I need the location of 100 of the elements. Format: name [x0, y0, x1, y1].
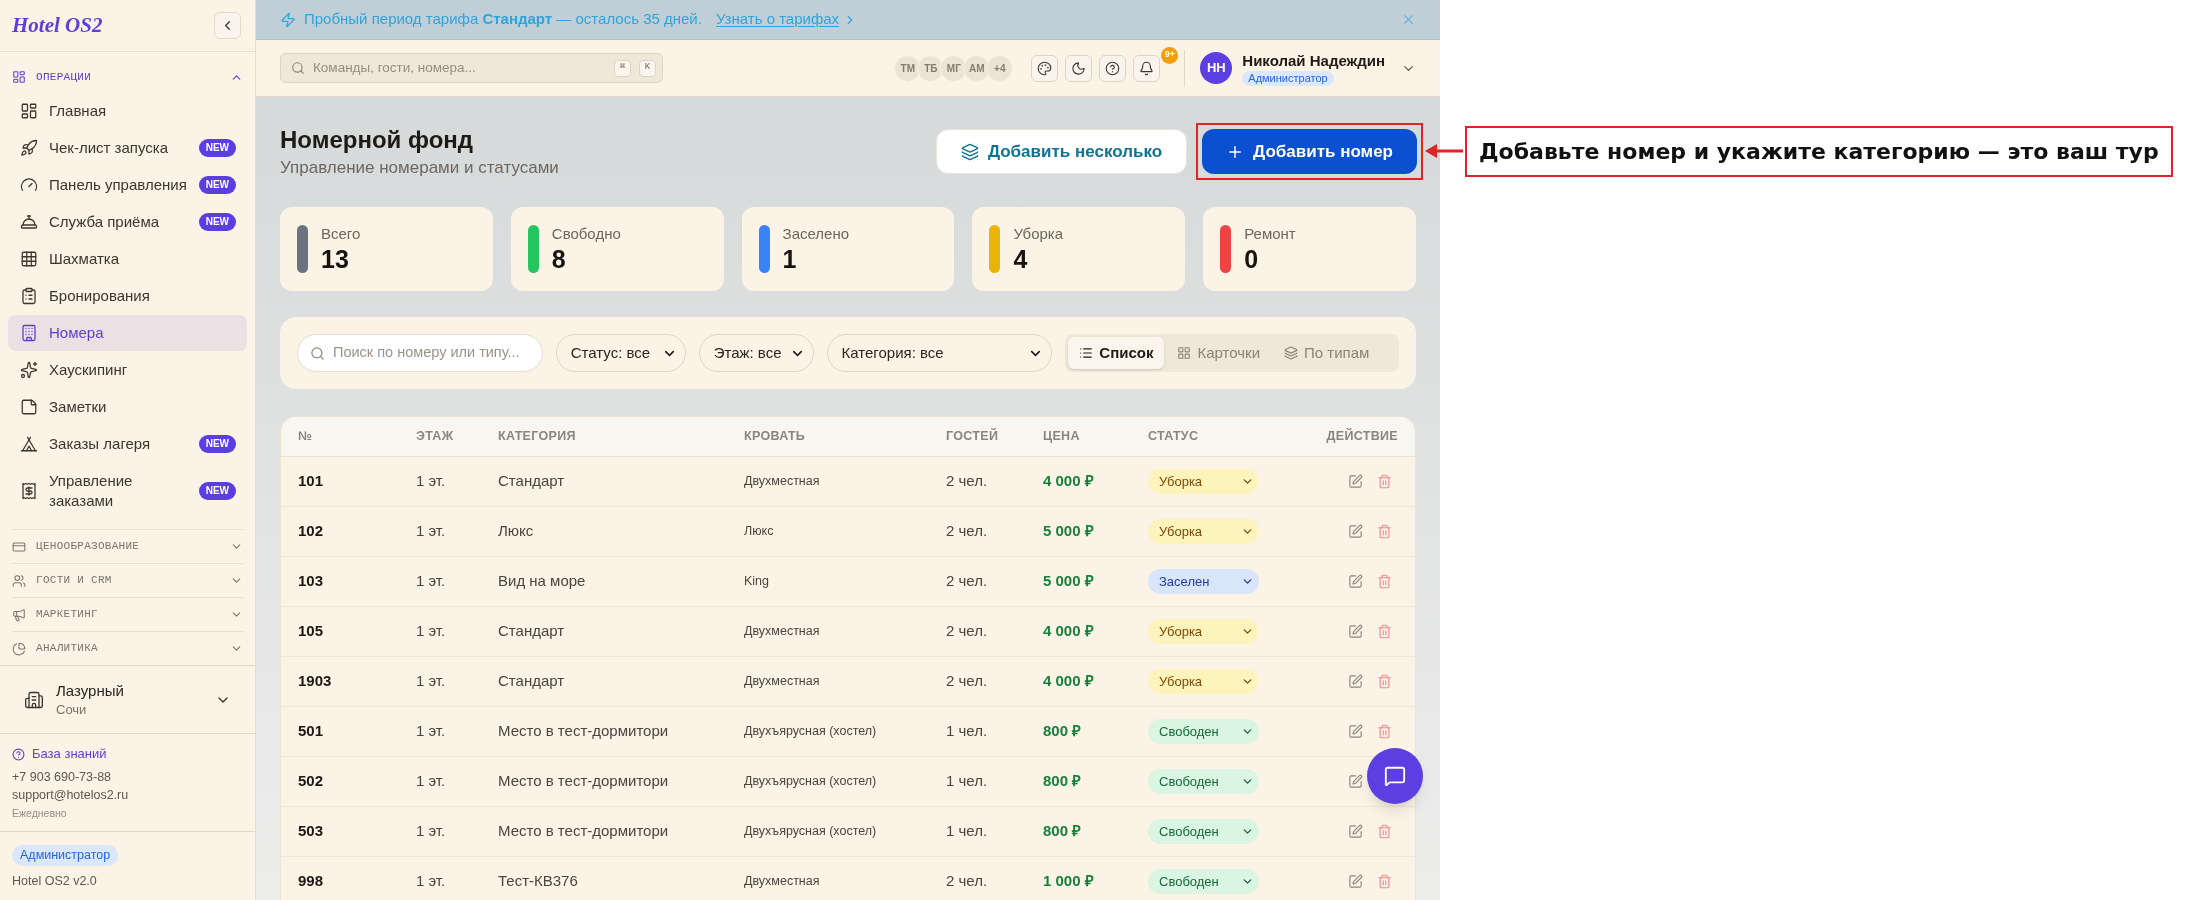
nav-item[interactable]: Чек-лист запуска NEW — [8, 130, 247, 166]
nav-item[interactable]: Управление заказами NEW — [8, 463, 247, 519]
command-search-field[interactable]: Команды, гости, номера... ⌘ K — [280, 53, 663, 83]
nav-item[interactable]: Служба приёма NEW — [8, 204, 247, 240]
building-icon — [20, 324, 38, 342]
room-number: 998 — [298, 871, 324, 892]
stat-label: Свободно — [551, 224, 621, 244]
bed-type-text: Двухъярусная (хостел) — [744, 823, 877, 841]
stat-value: 13 — [321, 244, 350, 274]
new-badge: NEW — [198, 139, 236, 157]
stat-value: 4 — [1013, 244, 1029, 274]
nav-item[interactable]: Главная — [8, 93, 247, 129]
room-number: 105 — [298, 621, 324, 642]
delete-button[interactable] — [1377, 574, 1392, 589]
status-select[interactable]: Свободен — [1148, 869, 1259, 894]
delete-button[interactable] — [1377, 674, 1392, 689]
section-header[interactable]: АНАЛИТИКА — [12, 632, 243, 665]
room-search-field[interactable]: Поиск по номеру или типу... — [297, 334, 543, 372]
hotel-selector[interactable]: Лазурный Сочи — [12, 680, 243, 719]
nav-item[interactable]: Шахматка — [8, 241, 247, 277]
edit-button[interactable] — [1348, 874, 1363, 889]
section-header[interactable]: МАРКЕТИНГ — [12, 598, 243, 631]
status-select[interactable]: Уборка — [1148, 669, 1259, 694]
room-search-input[interactable]: Поиск по номеру или типу... — [333, 342, 530, 364]
nav-item[interactable]: Бронирования — [8, 278, 247, 314]
user-role-badge: Администратор — [1242, 70, 1334, 86]
edit-button[interactable] — [1348, 624, 1363, 639]
nav-item[interactable]: Хаускипинг — [8, 352, 247, 388]
add-room-button[interactable]: Добавить номер — [1202, 129, 1417, 174]
shortcut-key: K — [639, 59, 656, 77]
delete-button[interactable] — [1377, 724, 1392, 739]
room-number: 103 — [298, 571, 324, 592]
category-text: Стандарт — [498, 471, 565, 492]
moon-button[interactable] — [1065, 54, 1093, 82]
status-select[interactable]: Заселен — [1148, 569, 1259, 594]
notifications-button[interactable] — [1133, 54, 1161, 82]
edit-button[interactable] — [1348, 724, 1363, 739]
guest-count: 1 чел. — [946, 771, 988, 792]
shortcut-key: ⌘ — [614, 59, 631, 77]
guest-count: 2 чел. — [946, 521, 988, 542]
column-header: № — [298, 428, 313, 446]
help-button[interactable] — [1099, 54, 1127, 82]
status-select[interactable]: Свободен — [1148, 769, 1259, 794]
status-select[interactable]: Уборка — [1148, 519, 1259, 544]
edit-button[interactable] — [1348, 674, 1363, 689]
floor-filter[interactable]: Этаж: все — [698, 334, 814, 372]
category-text: Место в тест-дормитори — [498, 821, 669, 842]
room-number: 501 — [298, 721, 324, 742]
app-version: Hotel OS2 v2.0 — [12, 873, 97, 890]
floor-text: 1 эт. — [416, 721, 446, 742]
edit-icon — [1348, 674, 1363, 689]
edit-button[interactable] — [1348, 774, 1363, 789]
status-select[interactable]: Свободен — [1148, 719, 1259, 744]
delete-button[interactable] — [1377, 824, 1392, 839]
delete-button[interactable] — [1377, 624, 1392, 639]
column-header: СТАТУС — [1148, 428, 1199, 446]
edit-button[interactable] — [1348, 574, 1363, 589]
nav-item[interactable]: Заметки — [8, 389, 247, 425]
stat-label: Ремонт — [1244, 224, 1296, 244]
edit-button[interactable] — [1348, 474, 1363, 489]
view-tab[interactable]: Список — [1068, 337, 1165, 369]
add-multiple-button[interactable]: Добавить несколько — [935, 129, 1188, 174]
room-number: 1903 — [298, 671, 332, 692]
stat-value: 1 — [782, 244, 798, 274]
trash-icon — [1377, 724, 1392, 739]
command-search-input[interactable]: Команды, гости, номера... — [313, 57, 606, 79]
palette-button[interactable] — [1031, 54, 1059, 82]
status-filter[interactable]: Статус: все — [555, 334, 686, 372]
collapse-sidebar-button[interactable] — [214, 12, 241, 39]
receipt-icon — [20, 482, 38, 500]
price-text: 800 ₽ — [1043, 821, 1082, 842]
sparkles-icon — [20, 361, 38, 379]
delete-button[interactable] — [1377, 874, 1392, 889]
edit-button[interactable] — [1348, 824, 1363, 839]
section-header[interactable]: ГОСТИ И CRM — [12, 564, 243, 597]
status-select[interactable]: Уборка — [1148, 469, 1259, 494]
price-text: 800 ₽ — [1043, 721, 1082, 742]
category-filter[interactable]: Категория: все — [826, 334, 1053, 372]
bed-type-text: King — [744, 573, 770, 591]
page-title: Номерной фонд — [280, 125, 475, 155]
status-select[interactable]: Уборка — [1148, 619, 1259, 644]
knowledge-base-link[interactable]: База знаний — [12, 745, 243, 763]
section-header[interactable]: ЦЕНООБРАЗОВАНИЕ — [12, 530, 243, 563]
note-icon — [20, 398, 38, 416]
price-text: 5 000 ₽ — [1043, 571, 1094, 592]
section-header[interactable]: ОПЕРАЦИИ — [0, 62, 255, 92]
table-grid-icon — [20, 250, 38, 268]
edit-button[interactable] — [1348, 524, 1363, 539]
nav-item[interactable]: Панель управления NEW — [8, 167, 247, 203]
clipboard-icon — [20, 287, 38, 305]
megaphone-icon — [12, 607, 26, 622]
support-email: support@hotelos2.ru — [12, 787, 130, 804]
delete-button[interactable] — [1377, 474, 1392, 489]
guest-count: 1 чел. — [946, 821, 988, 842]
status-select[interactable]: Свободен — [1148, 819, 1259, 844]
nav-item[interactable]: Заказы лагеря NEW — [8, 426, 247, 462]
credit-card-icon — [12, 539, 26, 554]
delete-button[interactable] — [1377, 524, 1392, 539]
bed-type-text: Двухместная — [744, 673, 820, 691]
nav-item[interactable]: Номера — [8, 315, 247, 351]
